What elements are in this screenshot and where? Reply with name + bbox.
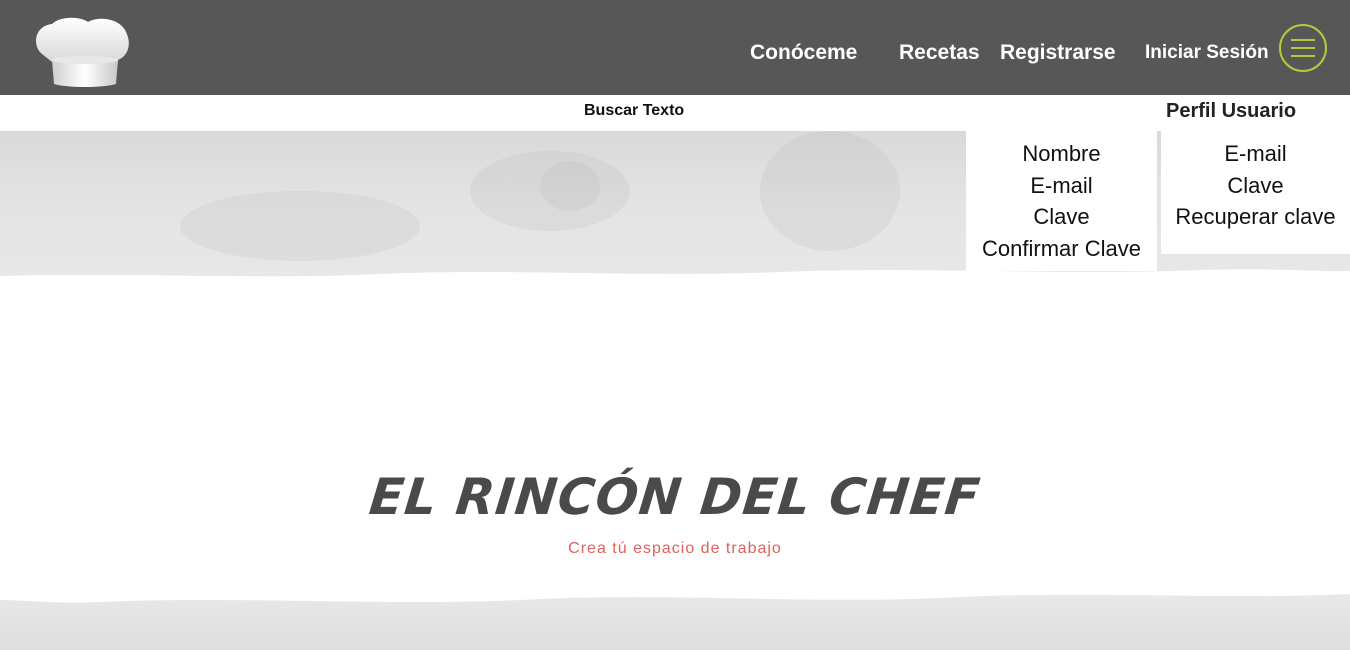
chef-hat-icon[interactable] [32, 16, 132, 88]
register-confirm-password-field[interactable]: Confirmar Clave [966, 233, 1157, 265]
nav-registrarse[interactable]: Registrarse [1000, 40, 1116, 66]
brush-edge-bottom [0, 580, 1350, 603]
login-email-field[interactable]: E-mail [1161, 138, 1350, 170]
login-form: E-mail Clave Recuperar clave [1161, 131, 1350, 254]
hamburger-icon[interactable] [1279, 24, 1327, 72]
register-password-field[interactable]: Clave [966, 201, 1157, 233]
nav-recetas[interactable]: Recetas [899, 40, 980, 66]
search-input[interactable]: Buscar Texto [584, 102, 684, 120]
nav-conoceme[interactable]: Conóceme [750, 40, 857, 66]
register-name-field[interactable]: Nombre [966, 138, 1157, 170]
nav-iniciar-sesion[interactable]: Iniciar Sesión [1145, 40, 1269, 66]
profile-title: Perfil Usuario [1166, 100, 1297, 122]
hero-subtitle: Crea tú espacio de trabajo [568, 540, 782, 557]
register-email-field[interactable]: E-mail [966, 170, 1157, 202]
register-form: Nombre E-mail Clave Confirmar Clave [966, 131, 1157, 271]
top-navbar: Conóceme Recetas Registrarse Iniciar Ses… [0, 0, 1350, 95]
search-bar: Buscar Texto [0, 95, 1350, 131]
login-password-field[interactable]: Clave [1161, 170, 1350, 202]
hero-title: EL RINCÓN DEL CHEF [366, 468, 984, 526]
recover-password-link[interactable]: Recuperar clave [1161, 201, 1350, 233]
